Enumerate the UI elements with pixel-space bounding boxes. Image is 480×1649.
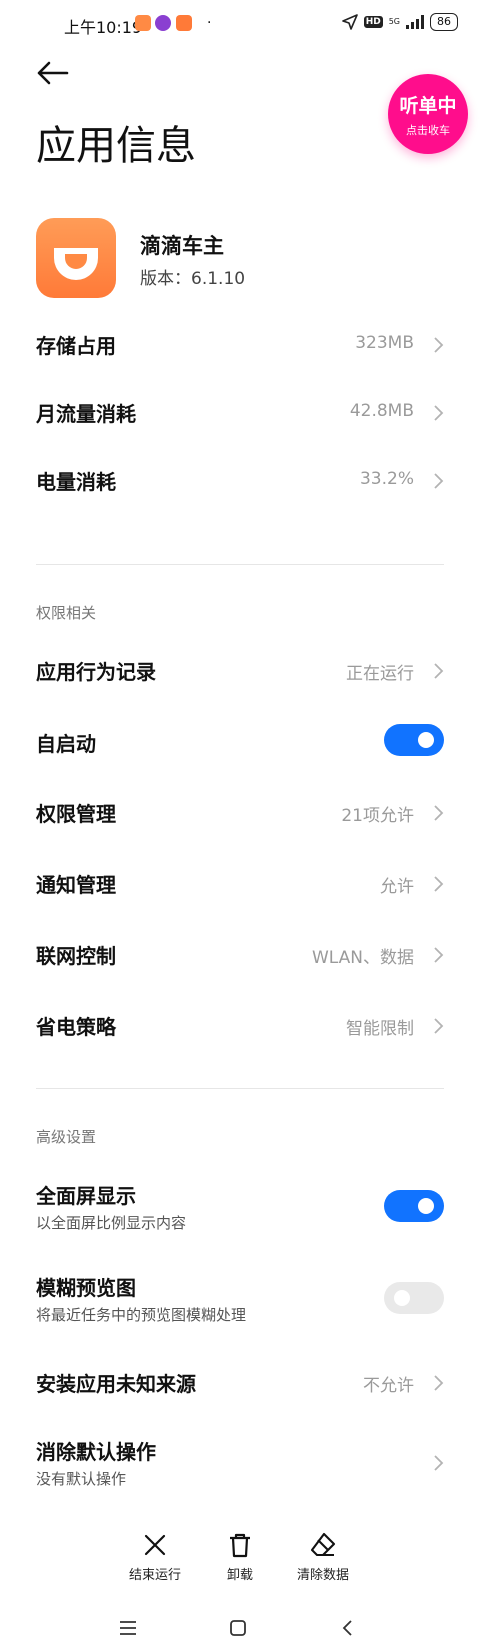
uninstall-button[interactable]: 卸载 — [195, 1532, 285, 1583]
data-usage-label: 月流量消耗 — [36, 402, 136, 426]
data-usage-value: 42.8MB — [349, 401, 414, 421]
section-divider — [36, 1088, 444, 1089]
chevron-right-icon — [434, 1455, 444, 1471]
app-name: 滴滴车主 — [140, 234, 224, 258]
app-version: 版本：6.1.10 — [140, 269, 246, 289]
blur-preview-toggle[interactable] — [384, 1282, 444, 1314]
status-dot: · — [207, 15, 212, 31]
fullscreen-label: 全面屏显示 — [36, 1184, 136, 1208]
chevron-right-icon — [434, 337, 444, 353]
trash-icon — [230, 1533, 250, 1558]
chevron-right-icon — [434, 473, 444, 489]
blur-preview-sub: 将最近任务中的预览图模糊处理 — [36, 1306, 247, 1324]
power-policy-row[interactable]: 省电策略 智能限制 — [0, 1007, 480, 1047]
behavior-record-label: 应用行为记录 — [36, 660, 156, 684]
behavior-record-value: 正在运行 — [346, 664, 414, 684]
section-divider — [36, 564, 444, 565]
permission-manage-value: 21项允许 — [341, 806, 414, 826]
fullscreen-toggle[interactable] — [384, 1190, 444, 1222]
autostart-label: 自启动 — [36, 732, 96, 756]
game-notification-icon — [155, 15, 171, 31]
page-title: 应用信息 — [36, 123, 196, 169]
order-listening-badge[interactable]: 听单中 点击收车 — [388, 74, 468, 154]
battery-icon: 86 — [430, 13, 458, 31]
eraser-icon — [310, 1532, 336, 1557]
advanced-section-title: 高级设置 — [36, 1128, 97, 1146]
location-icon — [341, 14, 358, 30]
autostart-toggle[interactable] — [384, 724, 444, 756]
didi-notification-icon — [135, 15, 151, 31]
didi-logo-icon — [54, 248, 98, 280]
chevron-right-icon — [434, 663, 444, 679]
network-type: 5G — [388, 17, 400, 26]
unknown-sources-row[interactable]: 安装应用未知来源 不允许 — [0, 1364, 480, 1404]
force-stop-label: 结束运行 — [128, 1568, 181, 1583]
clear-defaults-sub: 没有默认操作 — [36, 1470, 127, 1488]
clear-data-button[interactable]: 清除数据 — [278, 1532, 368, 1583]
battery-usage-value: 33.2% — [359, 469, 414, 489]
storage-value: 323MB — [355, 333, 414, 353]
home-icon[interactable] — [226, 1618, 250, 1638]
storage-row[interactable]: 存储占用 323MB — [0, 326, 480, 366]
back-icon[interactable] — [336, 1618, 360, 1638]
fullscreen-row: 全面屏显示 以全面屏比例显示内容 — [0, 1176, 480, 1236]
force-stop-button[interactable]: 结束运行 — [110, 1532, 200, 1583]
chevron-right-icon — [434, 1018, 444, 1034]
badge-main-text: 听单中 — [399, 95, 457, 117]
toggle-knob — [394, 1290, 410, 1306]
notification-manage-row[interactable]: 通知管理 允许 — [0, 865, 480, 905]
app-notification-icon — [176, 15, 192, 31]
network-control-value: WLAN、数据 — [311, 948, 414, 968]
uninstall-label: 卸载 — [226, 1568, 253, 1583]
status-bar: 上午10:19 · HD 5G 86 — [0, 0, 480, 48]
notification-manage-label: 通知管理 — [36, 873, 116, 897]
back-arrow-icon[interactable] — [36, 60, 70, 86]
menu-icon[interactable] — [116, 1618, 140, 1638]
notification-manage-value: 允许 — [380, 877, 414, 897]
autostart-row: 自启动 — [0, 722, 480, 766]
status-icons: HD 5G 86 — [341, 13, 458, 31]
status-time: 上午10:19 — [64, 18, 143, 37]
signal-icon — [406, 15, 424, 29]
behavior-record-row[interactable]: 应用行为记录 正在运行 — [0, 652, 480, 692]
chevron-right-icon — [434, 876, 444, 892]
network-control-row[interactable]: 联网控制 WLAN、数据 — [0, 936, 480, 976]
data-usage-row[interactable]: 月流量消耗 42.8MB — [0, 394, 480, 434]
chevron-right-icon — [434, 405, 444, 421]
chevron-right-icon — [434, 805, 444, 821]
permissions-section-title: 权限相关 — [36, 604, 97, 622]
network-control-label: 联网控制 — [36, 944, 116, 968]
clear-defaults-label: 消除默认操作 — [36, 1440, 156, 1464]
fullscreen-sub: 以全面屏比例显示内容 — [36, 1214, 187, 1232]
toggle-knob — [418, 732, 434, 748]
clear-defaults-row[interactable]: 消除默认操作 没有默认操作 — [0, 1432, 480, 1492]
unknown-sources-value: 不允许 — [363, 1376, 414, 1396]
power-policy-value: 智能限制 — [346, 1019, 414, 1039]
chevron-right-icon — [434, 1375, 444, 1391]
battery-usage-row[interactable]: 电量消耗 33.2% — [0, 462, 480, 502]
close-icon — [144, 1534, 166, 1556]
didi-app-icon — [36, 218, 116, 298]
badge-sub-text: 点击收车 — [406, 124, 450, 137]
unknown-sources-label: 安装应用未知来源 — [36, 1372, 196, 1396]
power-policy-label: 省电策略 — [36, 1015, 116, 1039]
battery-usage-label: 电量消耗 — [36, 470, 116, 494]
toggle-knob — [418, 1198, 434, 1214]
clear-data-label: 清除数据 — [296, 1568, 349, 1583]
storage-label: 存储占用 — [36, 334, 116, 358]
hd-badge: HD — [363, 16, 383, 28]
blur-preview-label: 模糊预览图 — [36, 1276, 136, 1300]
blur-preview-row: 模糊预览图 将最近任务中的预览图模糊处理 — [0, 1268, 480, 1328]
system-nav-bar — [0, 1618, 480, 1642]
chevron-right-icon — [434, 947, 444, 963]
permission-manage-row[interactable]: 权限管理 21项允许 — [0, 794, 480, 834]
permission-manage-label: 权限管理 — [36, 802, 116, 826]
